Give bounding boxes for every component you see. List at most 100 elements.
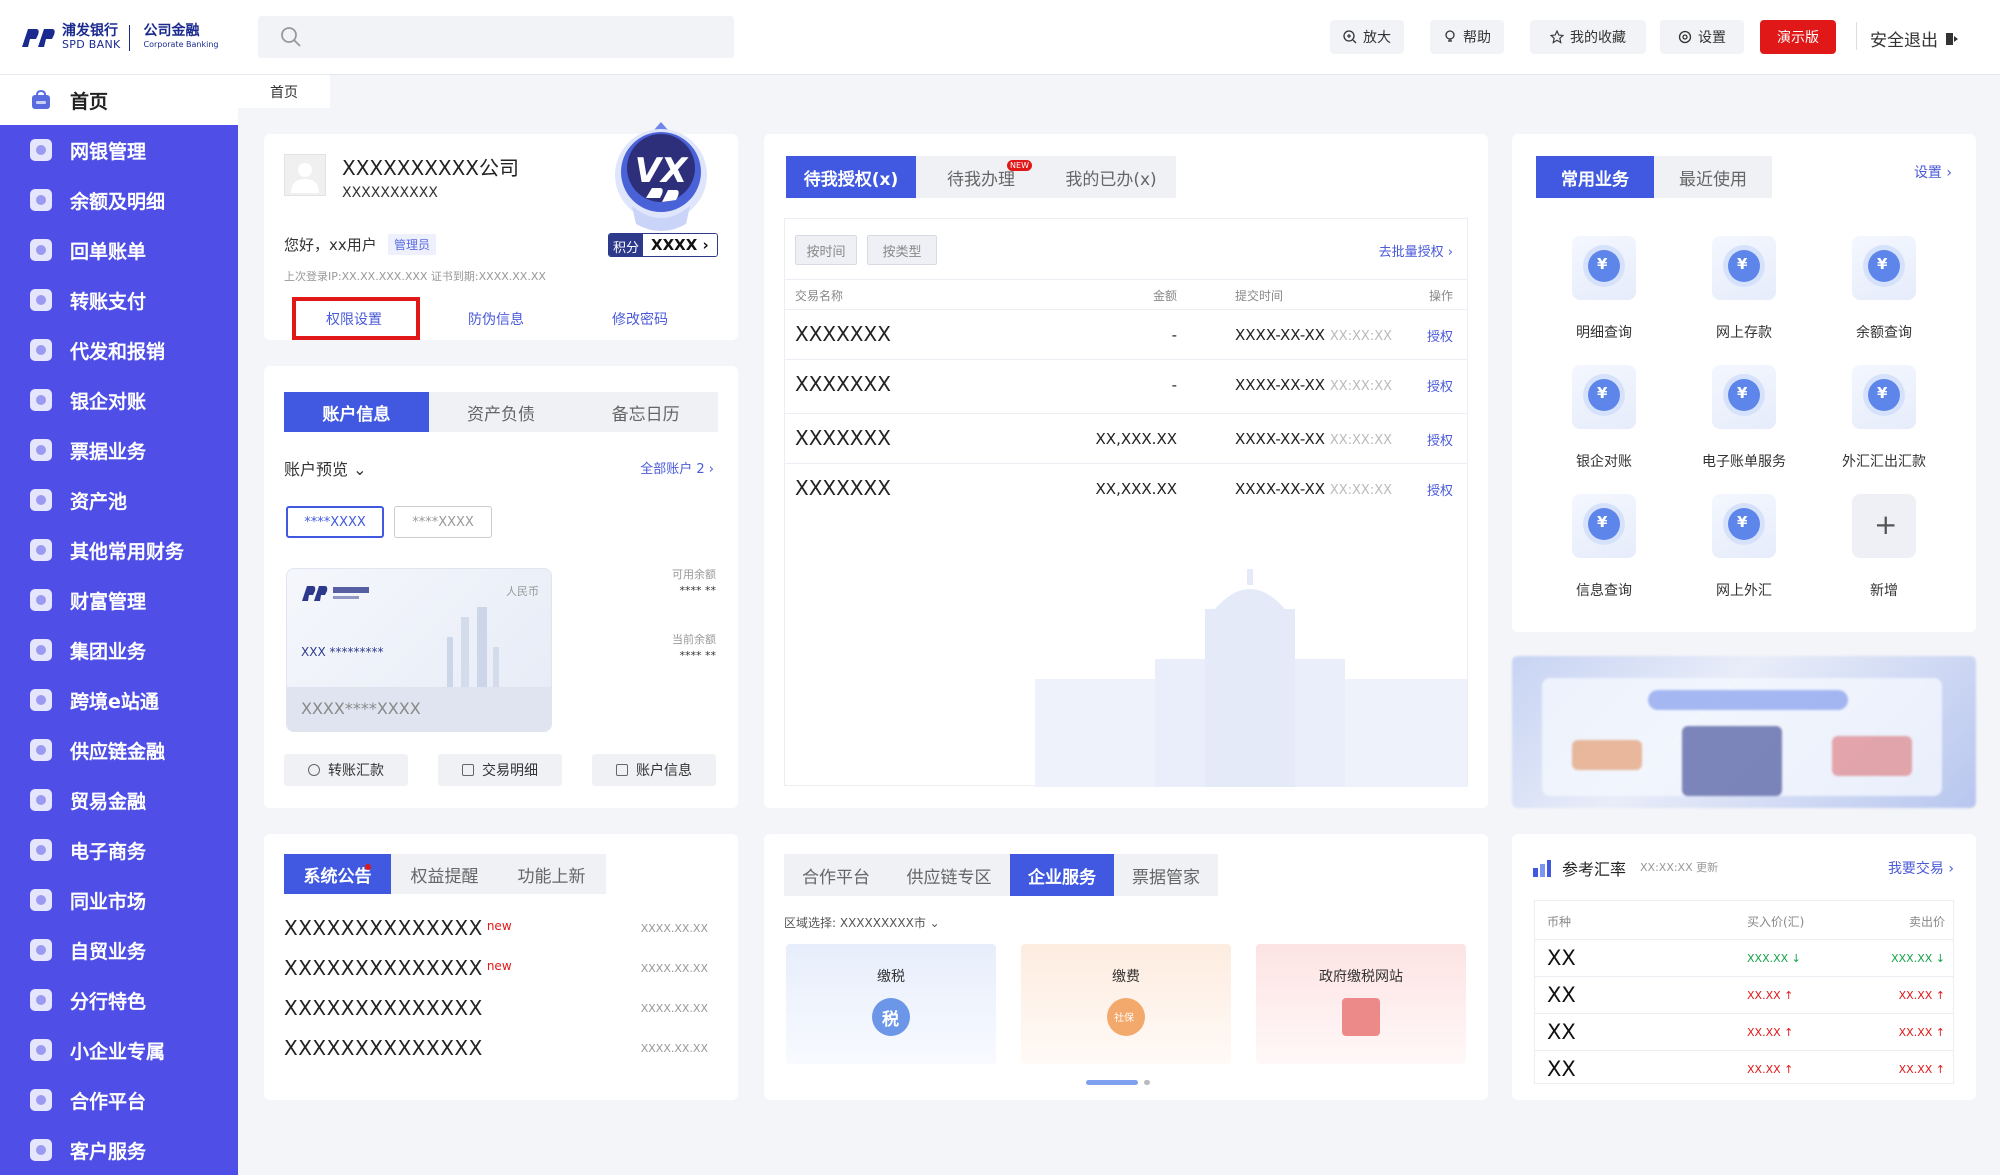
sidebar-item[interactable]: 客户服务 [0, 1125, 238, 1175]
authorize-link[interactable]: 授权 [1427, 326, 1453, 345]
table-row: XXXXXXX - XXXX-XX-XX XX:XX:XX 授权 [785, 359, 1467, 409]
sidebar-item[interactable]: 小企业专属 [0, 1025, 238, 1075]
sidebar-item[interactable]: 网银管理 [0, 125, 238, 175]
sidebar-item[interactable]: 代发和报销 [0, 325, 238, 375]
bank-card[interactable]: 人民币 XXX ********* XXXX****XXXX [286, 568, 552, 732]
sidebar-menu-icon [30, 489, 52, 511]
sidebar-item[interactable]: 集团业务 [0, 625, 238, 675]
new-badge: NEW [1007, 160, 1032, 171]
service-add-service[interactable]: + 新增 [1814, 494, 1954, 604]
service-label: 网上外汇 [1716, 583, 1772, 599]
service-online-fx[interactable]: 网上外汇 [1674, 494, 1814, 604]
service-bank-reconciliation[interactable]: 银企对账 [1534, 365, 1674, 475]
tab-account-info[interactable]: 账户信息 [284, 392, 429, 432]
breadcrumb-home[interactable]: 首页 [238, 75, 330, 108]
sidebar-item[interactable]: 贸易金融 [0, 775, 238, 825]
logout-label: 安全退出 [1870, 31, 1938, 51]
service-info-query[interactable]: 信息查询 [1534, 494, 1674, 604]
sidebar-item[interactable]: 跨境e站通 [0, 675, 238, 725]
logout-button[interactable]: 安全退出 [1856, 22, 1960, 51]
account-chip-2[interactable]: ****XXXX [394, 506, 492, 538]
sidebar-item[interactable]: 余额及明细 [0, 175, 238, 225]
notice-row[interactable]: XXXXXXXXXXXXXX new XXXX.XX.XX [284, 908, 718, 948]
tab-pending-tasks[interactable]: 待我办理 NEW [916, 156, 1046, 198]
zoom-button[interactable]: 放大 [1330, 20, 1404, 54]
account-info-button[interactable]: 账户信息 [592, 754, 716, 786]
permission-settings-link[interactable]: 权限设置 [326, 309, 382, 329]
service-label: 余额查询 [1856, 325, 1912, 341]
notice-row[interactable]: XXXXXXXXXXXXXX XXXX.XX.XX [284, 988, 718, 1028]
tab-recently-used[interactable]: 最近使用 [1654, 156, 1772, 198]
fx-col-buy: 买入价(汇) [1747, 915, 1805, 929]
tab-partner-platform[interactable]: 合作平台 [784, 854, 888, 896]
tab-pending-authorization[interactable]: 待我授权(x) [786, 156, 916, 198]
service-fx-outward-remit[interactable]: 外汇汇出汇款 [1814, 365, 1954, 475]
common-settings-link[interactable]: 设置 › [1914, 162, 1952, 182]
sidebar-item[interactable]: 资产池 [0, 475, 238, 525]
demo-version-button[interactable]: 演示版 [1760, 20, 1836, 54]
sidebar-item[interactable]: 供应链金融 [0, 725, 238, 775]
notice-title: XXXXXXXXXXXXXX [284, 916, 483, 940]
batch-authorize-link[interactable]: 去批量授权 › [1379, 241, 1453, 260]
tab-memo-calendar[interactable]: 备忘日历 [573, 392, 718, 432]
home-bag-icon [32, 89, 50, 109]
tab-bill-manager[interactable]: 票据管家 [1114, 854, 1218, 896]
service-balance-query[interactable]: 余额查询 [1814, 236, 1954, 346]
sidebar-item[interactable]: 同业市场 [0, 875, 238, 925]
pager-dot[interactable] [1144, 1080, 1150, 1085]
spd-bank-logo[interactable]: 浦发银行 SPD BANK 公司金融 Corporate Banking [20, 22, 219, 54]
tab-assets-liabilities[interactable]: 资产负债 [429, 392, 574, 432]
fx-trade-link[interactable]: 我要交易 › [1888, 858, 1954, 878]
filter-by-time[interactable]: 按时间 [795, 235, 857, 265]
anti-fraud-info-link[interactable]: 防伪信息 [468, 309, 524, 329]
sidebar-item[interactable]: 票据业务 [0, 425, 238, 475]
points-badge[interactable]: 积分 XXXX › [608, 233, 718, 257]
tab-benefit-reminder[interactable]: 权益提醒 [391, 854, 498, 894]
sidebar-item[interactable]: 自贸业务 [0, 925, 238, 975]
region-select[interactable]: 区域选择: XXXXXXXXX市 ⌄ [784, 914, 940, 931]
sidebar-item[interactable]: 其他常用财务 [0, 525, 238, 575]
notice-row[interactable]: XXXXXXXXXXXXXX XXXX.XX.XX [284, 1028, 718, 1068]
tab-supply-chain[interactable]: 供应链专区 [888, 854, 1010, 896]
tab-system-notice[interactable]: 系统公告 [284, 854, 391, 894]
authorize-link[interactable]: 授权 [1427, 480, 1453, 499]
tab-common-business[interactable]: 常用业务 [1536, 156, 1654, 198]
service-detail-query[interactable]: 明细查询 [1534, 236, 1674, 346]
tab-new-features[interactable]: 功能上新 [498, 854, 605, 894]
notice-row[interactable]: XXXXXXXXXXXXXX new XXXX.XX.XX [284, 948, 718, 988]
all-accounts-link[interactable]: 全部账户 2 › [640, 458, 714, 477]
pager-dot-active[interactable] [1086, 1080, 1138, 1085]
sidebar-item-home[interactable]: 首页 [0, 75, 238, 125]
transfer-button[interactable]: 转账汇款 [284, 754, 408, 786]
service-online-deposit[interactable]: 网上存款 [1674, 236, 1814, 346]
settings-button[interactable]: 设置 [1660, 20, 1744, 54]
tile-tax[interactable]: 缴税 税 [786, 944, 996, 1064]
sidebar-item[interactable]: 电子商务 [0, 825, 238, 875]
tile-government-tax-site[interactable]: 政府缴税网站 [1256, 944, 1466, 1064]
sidebar-item[interactable]: 银企对账 [0, 375, 238, 425]
sidebar-item[interactable]: 财富管理 [0, 575, 238, 625]
sidebar-item[interactable]: 转账支付 [0, 275, 238, 325]
tile-fee[interactable]: 缴费 社保 [1021, 944, 1231, 1064]
tab-enterprise-service[interactable]: 企业服务 [1010, 854, 1114, 896]
service-e-statement[interactable]: 电子账单服务 [1674, 365, 1814, 475]
carousel-pager[interactable] [1086, 1080, 1150, 1085]
brand-en: SPD BANK [62, 38, 121, 51]
sidebar-menu-icon [30, 1039, 52, 1061]
filter-by-type[interactable]: 按类型 [867, 235, 937, 265]
sidebar-item[interactable]: 回单账单 [0, 225, 238, 275]
help-button[interactable]: 帮助 [1430, 20, 1504, 54]
search-input[interactable] [258, 16, 734, 58]
authorize-link[interactable]: 授权 [1427, 430, 1453, 449]
account-preview-dropdown[interactable]: 账户预览 ⌄ [284, 456, 367, 480]
authorize-link[interactable]: 授权 [1427, 376, 1453, 395]
account-chip-1[interactable]: ****XXXX [286, 506, 384, 538]
change-password-link[interactable]: 修改密码 [612, 309, 668, 329]
sidebar-item[interactable]: 分行特色 [0, 975, 238, 1025]
favorites-button[interactable]: 我的收藏 [1530, 20, 1646, 54]
sidebar-item-label: 其他常用财务 [70, 540, 185, 563]
transaction-detail-button[interactable]: 交易明细 [438, 754, 562, 786]
promo-banner[interactable] [1512, 656, 1976, 808]
sidebar-item[interactable]: 合作平台 [0, 1075, 238, 1125]
tab-my-completed[interactable]: 我的已办(x) [1046, 156, 1176, 198]
